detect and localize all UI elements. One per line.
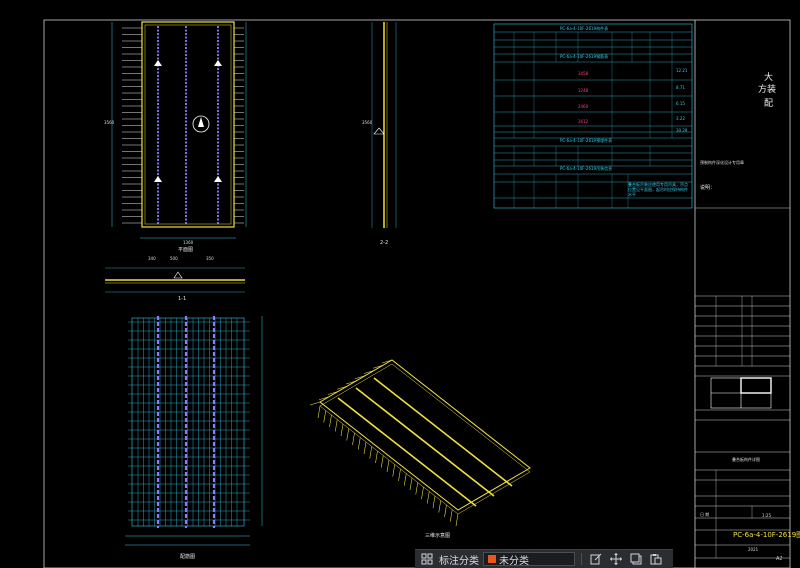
rebar-3-sum: 6.15: [676, 101, 685, 106]
edit-icon[interactable]: [588, 551, 604, 567]
category-value: 未分类: [499, 555, 529, 567]
grid-icon[interactable]: [419, 551, 435, 567]
side-title-2: 方装: [758, 85, 777, 95]
category-select[interactable]: 未分类: [483, 552, 575, 567]
company-note: 预制构件深化设计专用章: [700, 160, 744, 165]
section-strip: [105, 267, 245, 293]
section-2-label: 2-2: [380, 240, 389, 246]
drawing-code: PC-6a-4-10F-2619图: [733, 531, 800, 539]
table-2-title: PC-6a-4-10F-2619钢筋表: [560, 54, 609, 59]
copy-icon[interactable]: [628, 551, 644, 567]
dim-small-1: 340: [148, 256, 156, 261]
paste-icon[interactable]: [648, 551, 664, 567]
dim-small-3: 350: [206, 256, 214, 261]
category-color-swatch: [488, 555, 496, 563]
rebar-1-sum: 12.21: [676, 68, 688, 73]
annotation-toolbar: 标注分类 未分类: [415, 549, 673, 568]
rebar-2-len: 1248: [578, 88, 589, 93]
table-4-title: PC-6a-4-10F-2619吊装信息: [560, 166, 613, 171]
side-title-1: 大: [764, 73, 774, 83]
rebar-grid-view: [125, 316, 263, 546]
note-label: 说明：: [700, 185, 716, 191]
side-title-3: 配: [764, 99, 774, 109]
rebar-3-len: 2460: [578, 104, 589, 109]
rebar-view-label: 配筋图: [180, 554, 196, 560]
isometric-view: [309, 359, 531, 527]
rebar-total-sum: 30.29: [676, 128, 688, 133]
dim-total-left: 3560: [104, 120, 115, 125]
tables-area: [493, 23, 693, 209]
drawing-name: 叠合板构件详图: [732, 457, 760, 462]
dim-small-2: 500: [170, 256, 178, 261]
page-number: A2: [776, 556, 783, 562]
dim-width: 1360: [183, 240, 194, 245]
move-icon[interactable]: [608, 551, 624, 567]
plan-view-label: 平面图: [178, 247, 194, 253]
title-block: [695, 207, 790, 559]
scale-value: 1:25: [762, 513, 771, 518]
section-1-label: 1-1: [178, 296, 187, 302]
annotate-category-label: 标注分类: [439, 555, 479, 567]
rebar-4-sum: 3.22: [676, 116, 685, 121]
table-note: 叠合板吊装应使用专用吊具，吊点位置见平面图，起吊时应保持构件水平: [628, 182, 688, 197]
plan-view: [111, 21, 247, 239]
rebar-2-sum: 8.71: [676, 85, 685, 90]
rebar-4-len: 2612: [578, 119, 589, 124]
version: 2021: [748, 547, 759, 552]
table-3-title: PC-6a-4-10F-2619预埋件表: [560, 138, 613, 143]
iso-view-label: 三维示意图: [425, 533, 451, 539]
table-1-title: PC-6a-4-10F-2619构件表: [560, 26, 609, 31]
date-label: 日 期: [700, 512, 710, 517]
rebar-1-len: 3458: [578, 71, 589, 76]
side-section: [371, 22, 397, 228]
dim-total-side: 3560: [362, 120, 373, 125]
